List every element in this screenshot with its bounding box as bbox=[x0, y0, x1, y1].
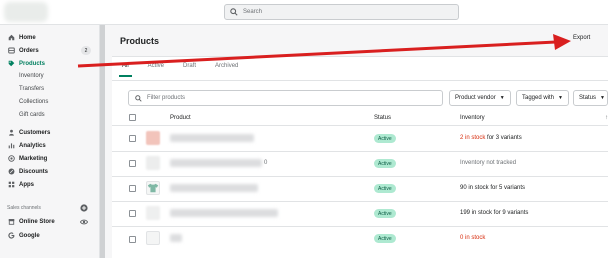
product-tabs: All Active Draft Archived bbox=[119, 63, 257, 77]
table-row[interactable]: 0 Active Inventory not tracked bbox=[112, 152, 608, 177]
eye-icon[interactable] bbox=[80, 218, 88, 226]
filter-placeholder: Filter products bbox=[147, 95, 186, 101]
tab-active[interactable]: Active bbox=[148, 63, 164, 77]
select-all-checkbox[interactable] bbox=[129, 114, 136, 121]
table-row[interactable]: Active 199 in stock for 9 variants bbox=[112, 202, 608, 227]
table-row[interactable]: Active 90 in stock for 5 variants bbox=[112, 177, 608, 202]
bar-chart-icon bbox=[7, 142, 15, 150]
tab-all[interactable]: All bbox=[119, 63, 132, 77]
page-title: Products bbox=[120, 36, 160, 46]
sidebar-item-products[interactable]: Products bbox=[7, 58, 95, 69]
tagged-with-filter-button[interactable]: Tagged with ▼ bbox=[516, 90, 569, 106]
product-thumbnail bbox=[146, 131, 160, 145]
caret-down-icon: ▼ bbox=[558, 95, 563, 101]
caret-down-icon: ▼ bbox=[600, 95, 605, 101]
discount-icon bbox=[7, 168, 15, 176]
table-header: Product Status Inventory ↑ bbox=[112, 110, 608, 126]
product-name[interactable] bbox=[170, 159, 262, 167]
sidebar-item-marketing[interactable]: Marketing bbox=[7, 153, 95, 164]
google-icon bbox=[7, 232, 15, 240]
status-badge: Active bbox=[374, 134, 396, 143]
row-checkbox[interactable] bbox=[129, 236, 136, 243]
tabs-divider bbox=[112, 80, 608, 81]
sidebar-subitem-transfers[interactable]: Transfers bbox=[19, 84, 44, 94]
home-icon bbox=[7, 34, 15, 42]
inventory-text: 90 in stock for 5 variants bbox=[460, 185, 526, 191]
column-header-inventory[interactable]: Inventory bbox=[460, 115, 485, 121]
add-channel-icon[interactable] bbox=[80, 204, 88, 212]
sidebar-item-discounts[interactable]: Discounts bbox=[7, 166, 95, 177]
table-row[interactable]: Active 2 in stock for 3 variants bbox=[112, 127, 608, 152]
sidebar-subitem-gift-cards[interactable]: Gift cards bbox=[19, 110, 45, 120]
product-vendor-filter-button[interactable]: Product vendor ▼ bbox=[449, 90, 511, 106]
search-icon bbox=[135, 94, 142, 102]
status-badge: Active bbox=[374, 209, 396, 218]
column-header-product[interactable]: Product bbox=[170, 115, 191, 121]
product-name[interactable] bbox=[170, 234, 182, 242]
sidebar-subitem-collections[interactable]: Collections bbox=[19, 97, 48, 107]
caret-down-icon: ▼ bbox=[499, 95, 505, 101]
column-header-status[interactable]: Status bbox=[374, 115, 391, 121]
tab-draft[interactable]: Draft bbox=[183, 63, 196, 77]
product-name[interactable] bbox=[170, 209, 278, 217]
export-button[interactable]: Export bbox=[573, 35, 590, 41]
row-checkbox[interactable] bbox=[129, 160, 136, 167]
status-badge: Active bbox=[374, 159, 396, 168]
product-name[interactable] bbox=[170, 134, 254, 142]
search-placeholder: Search bbox=[243, 9, 263, 15]
filter-products-input[interactable]: Filter products bbox=[128, 90, 443, 106]
row-checkbox[interactable] bbox=[129, 210, 136, 217]
product-name-suffix: 0 bbox=[264, 160, 268, 166]
product-thumbnail bbox=[146, 181, 160, 195]
inventory-text: 2 in stock for 3 variants bbox=[460, 135, 522, 141]
status-badge: Active bbox=[374, 234, 396, 243]
sidebar-item-apps[interactable]: Apps bbox=[7, 179, 95, 190]
row-checkbox[interactable] bbox=[129, 135, 136, 142]
product-thumbnail bbox=[146, 231, 160, 245]
tab-archived[interactable]: Archived bbox=[215, 63, 238, 77]
inventory-text: Inventory not tracked bbox=[460, 160, 517, 166]
row-checkbox[interactable] bbox=[129, 185, 136, 192]
apps-grid-icon bbox=[7, 181, 15, 189]
product-name[interactable] bbox=[170, 184, 258, 192]
search-bar[interactable]: Search bbox=[224, 4, 459, 20]
product-thumbnail bbox=[146, 206, 160, 220]
orders-icon bbox=[7, 47, 15, 55]
top-bar: Search bbox=[0, 0, 608, 25]
sidebar-subitem-inventory[interactable]: Inventory bbox=[19, 71, 44, 81]
sidebar-scrollbar[interactable] bbox=[100, 25, 105, 258]
inventory-text: 0 in stock bbox=[460, 235, 486, 241]
sidebar-item-google[interactable]: Google bbox=[7, 230, 95, 241]
table-row[interactable]: Active 0 in stock bbox=[112, 227, 608, 252]
sales-channels-heading: Sales channels bbox=[7, 205, 41, 211]
target-icon bbox=[7, 155, 15, 163]
shirt-icon bbox=[147, 183, 159, 193]
sidebar-item-home[interactable]: Home bbox=[7, 32, 95, 43]
orders-count-badge: 2 bbox=[81, 46, 91, 55]
status-filter-button[interactable]: Status ▼ bbox=[573, 90, 608, 106]
inventory-text: 199 in stock for 9 variants bbox=[460, 210, 529, 216]
store-logo[interactable] bbox=[4, 2, 48, 22]
sidebar-item-analytics[interactable]: Analytics bbox=[7, 140, 95, 151]
tag-icon bbox=[7, 60, 15, 68]
product-thumbnail bbox=[146, 156, 160, 170]
search-icon bbox=[230, 8, 238, 16]
sidebar-item-customers[interactable]: Customers bbox=[7, 127, 95, 138]
sidebar-item-orders[interactable]: Orders 2 bbox=[7, 45, 95, 56]
store-icon bbox=[7, 218, 15, 226]
status-badge: Active bbox=[374, 184, 396, 193]
person-icon bbox=[7, 129, 15, 137]
